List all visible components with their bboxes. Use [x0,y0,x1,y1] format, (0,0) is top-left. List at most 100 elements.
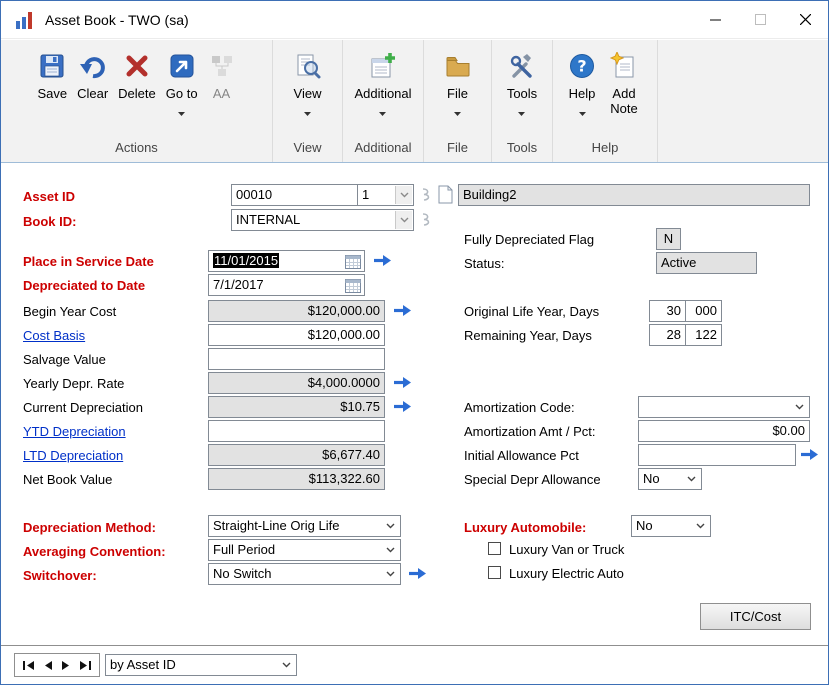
fully-depreciated-field: N [656,228,681,250]
save-button[interactable]: Save [32,49,72,104]
minimize-icon [710,14,721,25]
undo-icon [79,52,107,83]
delete-button[interactable]: Delete [113,49,161,104]
selected-date-text: 11/01/2015 [213,253,279,268]
first-record-button[interactable] [22,660,35,671]
dropdown-chevron-icon [692,517,709,535]
initial-allowance-label: Initial Allowance Pct [464,446,579,466]
cost-basis-link[interactable]: Cost Basis [23,326,85,346]
dropdown-chevron-icon [395,211,412,229]
original-life-label: Original Life Year, Days [464,302,599,322]
group-label-actions: Actions [1,137,272,162]
view-button[interactable]: View [289,49,327,122]
luxury-van-label: Luxury Van or Truck [509,540,624,560]
previous-record-button[interactable] [43,660,53,671]
note-attachment-icon[interactable] [438,185,453,204]
chevron-down-icon [379,104,386,119]
net-book-value-field: $113,322.60 [208,468,385,490]
clear-button[interactable]: Clear [72,49,113,104]
folder-icon [444,52,472,83]
remaining-life-days-field: 122 [685,324,722,346]
salvage-value-label: Salvage Value [23,350,106,370]
current-depreciation-field: $10.75 [208,396,385,418]
fully-depreciated-label: Fully Depreciated Flag [464,230,594,250]
goto-icon [168,52,196,83]
depreciation-method-combo[interactable]: Straight-Line Orig Life [208,515,401,537]
toolbar-group-actions: Save Clear Delete Go to AA [1,40,273,162]
salvage-value-field[interactable] [208,348,385,370]
special-depr-label: Special Depr Allowance [464,470,601,490]
app-icon [15,10,35,30]
calendar-icon[interactable] [345,254,361,269]
drilldown-arrow-icon[interactable] [408,567,427,580]
ytd-depreciation-field[interactable] [208,420,385,442]
asset-suffix-combo[interactable]: 1 [357,184,414,206]
add-note-button[interactable]: Add Note [601,49,647,119]
status-field: Active [656,252,757,274]
depreciation-method-label: Depreciation Method: [23,518,156,538]
cost-basis-field[interactable]: $120,000.00 [208,324,385,346]
toolbar-group-file: File File [424,40,492,162]
add-note-icon [610,52,638,83]
amortization-amt-field[interactable]: $0.00 [638,420,810,442]
next-record-button[interactable] [61,660,71,671]
yearly-depr-rate-field: $4,000.0000 [208,372,385,394]
yearly-depr-rate-label: Yearly Depr. Rate [23,374,124,394]
drilldown-arrow-icon[interactable] [393,400,412,413]
calendar-icon[interactable] [345,278,361,293]
drilldown-arrow-icon[interactable] [800,448,819,461]
additional-button[interactable]: Additional [349,49,416,122]
goto-button[interactable]: Go to [161,49,203,122]
initial-allowance-field[interactable] [638,444,796,466]
drilldown-arrow-icon[interactable] [393,376,412,389]
toolbar-filler [658,40,828,162]
file-button[interactable]: File [439,49,477,122]
original-life-years-field[interactable]: 30 [649,300,686,322]
net-book-value-label: Net Book Value [23,470,112,490]
delete-x-icon [123,52,151,83]
minimize-button[interactable] [693,1,738,38]
toolbar-group-additional: Additional Additional [343,40,424,162]
help-button[interactable]: ? Help [563,49,601,122]
itc-cost-button[interactable]: ITC/Cost [700,603,811,630]
luxury-van-checkbox[interactable] [488,542,501,555]
toolbar: Save Clear Delete Go to AA [1,40,828,163]
switchover-combo[interactable]: No Switch [208,563,401,585]
place-in-service-field[interactable]: 11/01/2015 [208,250,365,272]
close-button[interactable] [783,1,828,38]
asset-description-field: Building2 [458,184,810,206]
chevron-down-icon [178,104,185,119]
group-label-view: View [273,137,342,162]
ltd-depreciation-link[interactable]: LTD Depreciation [23,446,123,466]
chevron-down-icon [454,104,461,119]
book-id-combo[interactable]: INTERNAL [231,209,414,231]
toolbar-group-help: ? Help Add Note Help [553,40,658,162]
amortization-code-label: Amortization Code: [464,398,575,418]
group-label-help: Help [553,137,657,162]
last-record-button[interactable] [79,660,92,671]
depreciated-to-date-field[interactable]: 7/1/2017 [208,274,365,296]
averaging-convention-combo[interactable]: Full Period [208,539,401,561]
luxury-electric-checkbox[interactable] [488,566,501,579]
group-label-tools: Tools [492,137,552,162]
tools-button[interactable]: Tools [502,49,542,122]
chevron-down-icon [518,104,525,119]
drilldown-arrow-icon[interactable] [373,254,392,267]
drilldown-arrow-icon[interactable] [393,304,412,317]
ytd-depreciation-link[interactable]: YTD Depreciation [23,422,126,442]
special-depr-combo[interactable]: No [638,468,702,490]
record-navigation [14,653,100,677]
dropdown-chevron-icon [382,517,399,535]
asset-id-field[interactable]: 00010 [231,184,358,206]
original-life-days-field[interactable]: 000 [685,300,722,322]
toolbar-group-view: View View [273,40,343,162]
remaining-life-years-field: 28 [649,324,686,346]
luxury-automobile-label: Luxury Automobile: [464,518,586,538]
switchover-label: Switchover: [23,566,97,586]
luxury-automobile-combo[interactable]: No [631,515,711,537]
remaining-life-label: Remaining Year, Days [464,326,592,346]
chevron-down-icon [304,104,311,119]
toolbar-group-tools: Tools Tools [492,40,553,162]
amortization-code-combo[interactable] [638,396,810,418]
sort-by-combo[interactable]: by Asset ID [105,654,297,676]
